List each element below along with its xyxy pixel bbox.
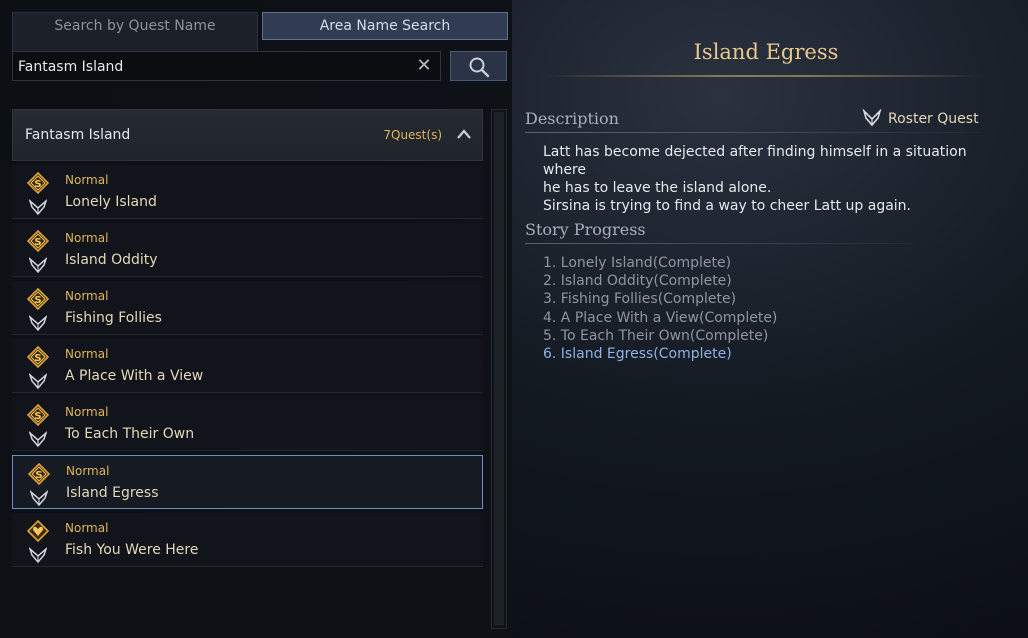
quest-description: Latt has become dejected after finding h… [543, 143, 988, 215]
quest-name: Island Egress [66, 485, 159, 501]
story-progress-divider [525, 243, 915, 244]
area-group-header[interactable]: Fantasm Island 7Quest(s) [12, 109, 483, 161]
quest-scroll-icon: S [27, 288, 49, 310]
description-line: Sirsina is trying to find a way to cheer… [543, 198, 911, 214]
svg-text:S: S [34, 411, 41, 422]
roster-quest-icon [29, 431, 47, 447]
quest-list-item[interactable]: S Normal Island Oddity [12, 223, 483, 277]
story-progress-item: 3. Fishing Follies(Complete) [543, 291, 737, 308]
quest-scroll-icon: S [27, 230, 49, 252]
quest-list-panel: Search by Quest Name Area Name Search ✕ … [0, 0, 512, 638]
tab-area-name-search[interactable]: Area Name Search [262, 12, 508, 40]
roster-quest-icon [862, 109, 882, 127]
story-progress-item: 5. To Each Their Own(Complete) [543, 327, 769, 344]
svg-text:S: S [34, 237, 41, 248]
quest-scroll-icon: S [27, 346, 49, 368]
quest-list-item[interactable]: S Normal To Each Their Own [12, 397, 483, 451]
magnifier-icon [469, 57, 490, 78]
quest-type: Normal [65, 521, 109, 535]
search-input[interactable] [16, 56, 410, 78]
story-progress-item: 1. Lonely Island(Complete) [543, 255, 732, 271]
quest-type: Normal [65, 173, 109, 187]
quest-list-item[interactable]: S Normal Fishing Follies [12, 281, 483, 335]
quest-scroll-icon: S [27, 404, 49, 426]
description-line: he has to leave the island alone. [543, 180, 772, 196]
search-button[interactable] [450, 51, 507, 81]
area-group-title: Fantasm Island [25, 127, 131, 143]
chevron-up-icon[interactable] [456, 126, 472, 142]
roster-quest-icon [29, 373, 47, 389]
description-divider [525, 132, 980, 133]
roster-quest-icon [29, 315, 47, 331]
quest-heart-icon [27, 520, 49, 542]
quest-name: A Place With a View [65, 368, 204, 384]
roster-quest-label: Roster Quest [888, 111, 979, 127]
close-icon[interactable]: ✕ [412, 54, 436, 78]
quest-name: To Each Their Own [65, 426, 195, 442]
quest-name: Lonely Island [65, 194, 157, 210]
story-progress-item: 4. A Place With a View(Complete) [543, 309, 778, 326]
quest-type: Normal [65, 405, 109, 419]
quest-name: Island Oddity [65, 252, 158, 268]
story-progress-item: 2. Island Oddity(Complete) [543, 273, 732, 290]
roster-quest-icon [29, 257, 47, 273]
description-heading: Description [525, 109, 619, 128]
quest-list-item[interactable]: S Normal Island Egress [12, 455, 483, 509]
description-line: Latt has become dejected after finding h… [543, 144, 967, 178]
roster-quest-icon [29, 547, 47, 563]
svg-text:S: S [34, 353, 41, 364]
roster-quest-icon [29, 199, 47, 215]
quest-name: Fishing Follies [65, 310, 162, 326]
quest-name: Fish You Were Here [65, 542, 199, 558]
quest-count: 7Quest(s) [383, 128, 442, 142]
quest-type: Normal [66, 464, 110, 478]
quest-title: Island Egress [693, 40, 839, 64]
quest-list-item[interactable]: Normal Fish You Were Here [12, 513, 483, 567]
search-field: ✕ [12, 51, 441, 81]
story-progress-heading: Story Progress [525, 220, 646, 239]
scrollbar-thumb[interactable] [494, 112, 504, 625]
quest-scroll-icon: S [27, 172, 49, 194]
quest-list-scrollbar[interactable] [491, 109, 507, 629]
quest-scroll-icon: S [28, 463, 50, 485]
story-progress-list: 1. Lonely Island(Complete) 2. Island Oddi… [543, 254, 777, 363]
quest-list-item[interactable]: S Normal Lonely Island [12, 165, 483, 219]
roster-quest-icon [30, 490, 48, 506]
quest-type: Normal [65, 347, 109, 361]
quest-type: Normal [65, 231, 109, 245]
svg-text:S: S [34, 179, 41, 190]
svg-text:S: S [35, 470, 42, 481]
svg-text:S: S [34, 295, 41, 306]
quest-list-item[interactable]: S Normal A Place With a View [12, 339, 483, 393]
story-progress-item: 6. Island Egress(Complete) [543, 346, 732, 363]
title-divider [545, 75, 985, 77]
quest-type: Normal [65, 289, 109, 303]
